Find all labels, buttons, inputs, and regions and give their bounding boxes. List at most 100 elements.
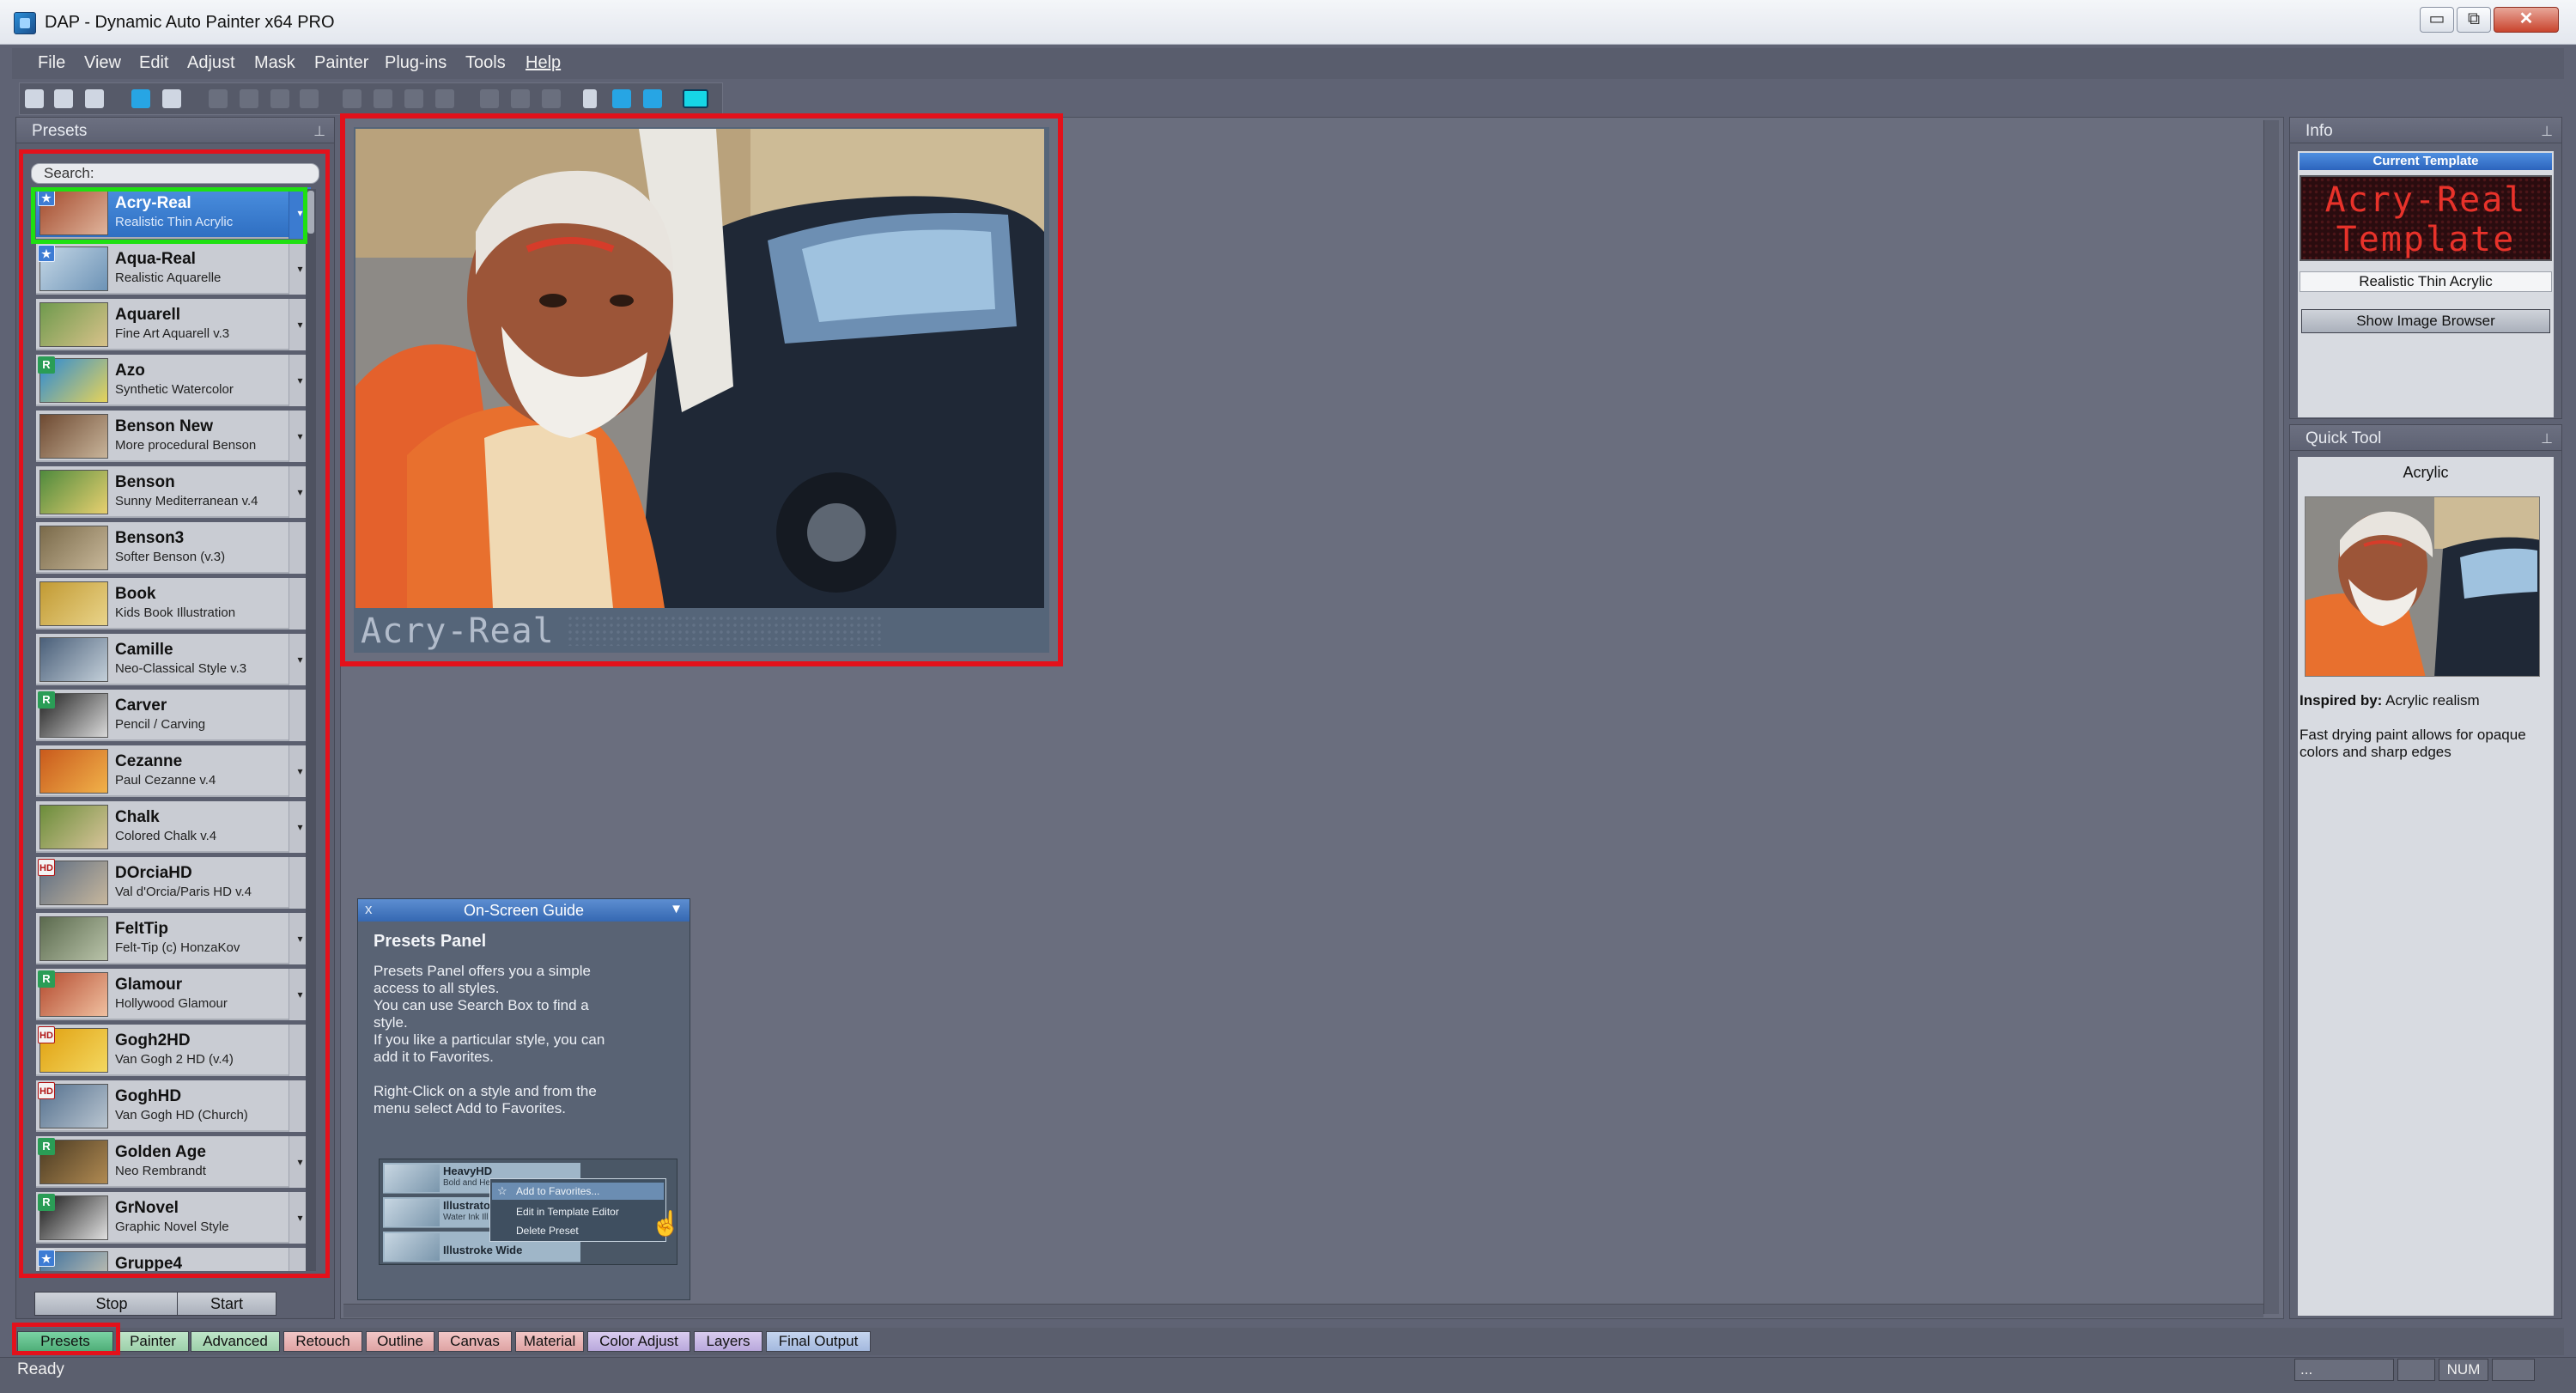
- preset-item[interactable]: R GrNovel Graphic Novel Style ▾: [36, 1192, 311, 1244]
- preset-item[interactable]: Chalk Colored Chalk v.4 ▾: [36, 801, 311, 853]
- tab-presets[interactable]: Presets: [17, 1331, 113, 1352]
- canvas-vertical-scrollbar[interactable]: [2263, 120, 2279, 1314]
- preset-item[interactable]: Benson New More procedural Benson ▾: [36, 411, 311, 462]
- current-template-label: Current Template: [2300, 153, 2552, 170]
- show-image-browser-button[interactable]: Show Image Browser: [2301, 309, 2550, 333]
- preset-subtitle: Paul Cezanne v.4: [115, 773, 216, 788]
- tab-outline[interactable]: Outline: [366, 1331, 434, 1352]
- preset-item[interactable]: HD GoghHD Van Gogh HD (Church): [36, 1080, 311, 1132]
- zoom-out-icon[interactable]: [270, 89, 289, 108]
- menu-mask[interactable]: Mask: [254, 53, 295, 73]
- pause-icon[interactable]: [542, 89, 561, 108]
- tab-final-output[interactable]: Final Output: [766, 1331, 871, 1352]
- preset-name: Cezanne: [115, 752, 183, 770]
- preset-thumbnail: [39, 526, 108, 570]
- guide-title: On-Screen Guide: [463, 902, 585, 919]
- preset-subtitle: Kids Book Illustration: [115, 605, 236, 620]
- menu-painter[interactable]: Painter: [314, 53, 368, 73]
- preset-item[interactable]: R Carver Pencil / Carving: [36, 690, 311, 741]
- preset-subtitle: Realistic Aquarelle: [115, 271, 222, 285]
- web-icon[interactable]: [612, 89, 631, 108]
- open-folder-icon[interactable]: [54, 89, 73, 108]
- preset-item[interactable]: R Glamour Hollywood Glamour ▾: [36, 969, 311, 1020]
- template-description: Realistic Thin Acrylic: [2300, 271, 2552, 292]
- preset-name: DOrciaHD: [115, 864, 192, 882]
- restore-button[interactable]: ⧉: [2457, 7, 2491, 33]
- preset-item[interactable]: HD DOrciaHD Val d'Orcia/Paris HD v.4: [36, 857, 311, 909]
- start-button[interactable]: Start: [177, 1292, 276, 1316]
- upload-icon[interactable]: [643, 89, 662, 108]
- guide-line: You can use Search Box to find a: [374, 997, 589, 1013]
- pin-icon[interactable]: ⊥: [2541, 430, 2553, 447]
- menu-edit[interactable]: Edit: [139, 53, 168, 73]
- preset-item[interactable]: Aquarell Fine Art Aquarell v.3 ▾: [36, 299, 311, 350]
- image-browser-icon[interactable]: [131, 89, 150, 108]
- save-icon[interactable]: [85, 89, 104, 108]
- new-file-icon[interactable]: [25, 89, 44, 108]
- preset-name: GrNovel: [115, 1199, 179, 1217]
- split-view-icon[interactable]: [404, 89, 423, 108]
- menu-tools[interactable]: Tools: [465, 53, 506, 73]
- preset-item[interactable]: R Golden Age Neo Rembrandt ▾: [36, 1136, 311, 1188]
- actual-size-icon[interactable]: [300, 89, 319, 108]
- preset-item[interactable]: R Azo Synthetic Watercolor ▾: [36, 355, 311, 406]
- preset-list-scrollbar[interactable]: [306, 189, 316, 1271]
- preset-thumbnail: [39, 581, 108, 626]
- minimize-button[interactable]: ▭: [2420, 7, 2454, 33]
- compare-icon[interactable]: [374, 89, 392, 108]
- preset-item[interactable]: Cezanne Paul Cezanne v.4 ▾: [36, 745, 311, 797]
- favorite-star-icon[interactable]: [162, 89, 181, 108]
- close-button[interactable]: ✕: [2494, 7, 2559, 33]
- fit-window-icon[interactable]: [343, 89, 361, 108]
- pin-icon[interactable]: ⊥: [2541, 123, 2553, 140]
- preset-item[interactable]: Camille Neo-Classical Style v.3 ▾: [36, 634, 311, 685]
- guide-line: [374, 1066, 683, 1083]
- menu-plugins[interactable]: Plug-ins: [385, 53, 447, 73]
- preset-item[interactable]: Benson3 Softer Benson (v.3): [36, 522, 311, 574]
- preset-item[interactable]: HD Gogh2HD Van Gogh 2 HD (v.4): [36, 1025, 311, 1076]
- preset-thumbnail: [39, 637, 108, 682]
- status-cell-scroll: [2492, 1359, 2535, 1381]
- preset-item[interactable]: ★ Acry-Real Realistic Thin Acrylic ▾: [36, 187, 311, 239]
- illus-thumb: [385, 1165, 440, 1192]
- pin-icon[interactable]: ⊥: [313, 123, 325, 140]
- illus-context-menu: ☆ Add to Favorites... Edit in Template E…: [489, 1178, 666, 1242]
- crop-icon[interactable]: [435, 89, 454, 108]
- tab-canvas[interactable]: Canvas: [438, 1331, 512, 1352]
- tab-layers[interactable]: Layers: [694, 1331, 762, 1352]
- guide-collapse-icon[interactable]: ▼: [670, 902, 683, 916]
- tab-color-adjust[interactable]: Color Adjust: [587, 1331, 690, 1352]
- canvas-horizontal-scrollbar[interactable]: [343, 1304, 2263, 1317]
- tab-advanced[interactable]: Advanced: [191, 1331, 280, 1352]
- tab-retouch[interactable]: Retouch: [283, 1331, 362, 1352]
- presets-panel-title: Presets: [32, 122, 88, 140]
- preset-item[interactable]: Benson Sunny Mediterranean v.4 ▾: [36, 466, 311, 518]
- play-icon[interactable]: [511, 89, 530, 108]
- menu-adjust[interactable]: Adjust: [187, 53, 235, 73]
- search-input[interactable]: Search:: [31, 163, 319, 184]
- mask-icon[interactable]: [209, 89, 228, 108]
- preset-subtitle: Colored Chalk v.4: [115, 829, 217, 843]
- preset-name: FeltTip: [115, 920, 168, 938]
- help-icon[interactable]: [583, 89, 597, 108]
- guide-body: Presets Panel offers you a simple access…: [374, 963, 683, 1117]
- preset-item[interactable]: ★Gruppe4Emile A. Gruppe▾: [36, 1248, 311, 1271]
- preset-item[interactable]: Book Kids Book Illustration: [36, 578, 311, 630]
- stop-button[interactable]: Stop: [34, 1292, 189, 1316]
- preset-name: Camille: [115, 641, 173, 659]
- toolbar: [19, 82, 723, 115]
- tab-material[interactable]: Material: [515, 1331, 584, 1352]
- display-icon[interactable]: [683, 89, 708, 108]
- preset-name: Glamour: [115, 976, 183, 994]
- menu-help[interactable]: Help: [526, 53, 561, 73]
- tab-painter[interactable]: Painter: [117, 1331, 189, 1352]
- preset-item[interactable]: ★ Aqua-Real Realistic Aquarelle ▾: [36, 243, 311, 295]
- guide-line: Right-Click on a style and from the: [374, 1083, 597, 1099]
- hd-badge-icon: HD: [38, 1082, 55, 1099]
- preset-item[interactable]: FeltTip Felt-Tip (c) HonzaKov ▾: [36, 913, 311, 964]
- on-screen-guide: x On-Screen Guide ▼ Presets Panel Preset…: [357, 898, 690, 1300]
- stop-icon[interactable]: [480, 89, 499, 108]
- zoom-in-icon[interactable]: [240, 89, 258, 108]
- menu-file[interactable]: File: [38, 53, 65, 73]
- menu-view[interactable]: View: [84, 53, 121, 73]
